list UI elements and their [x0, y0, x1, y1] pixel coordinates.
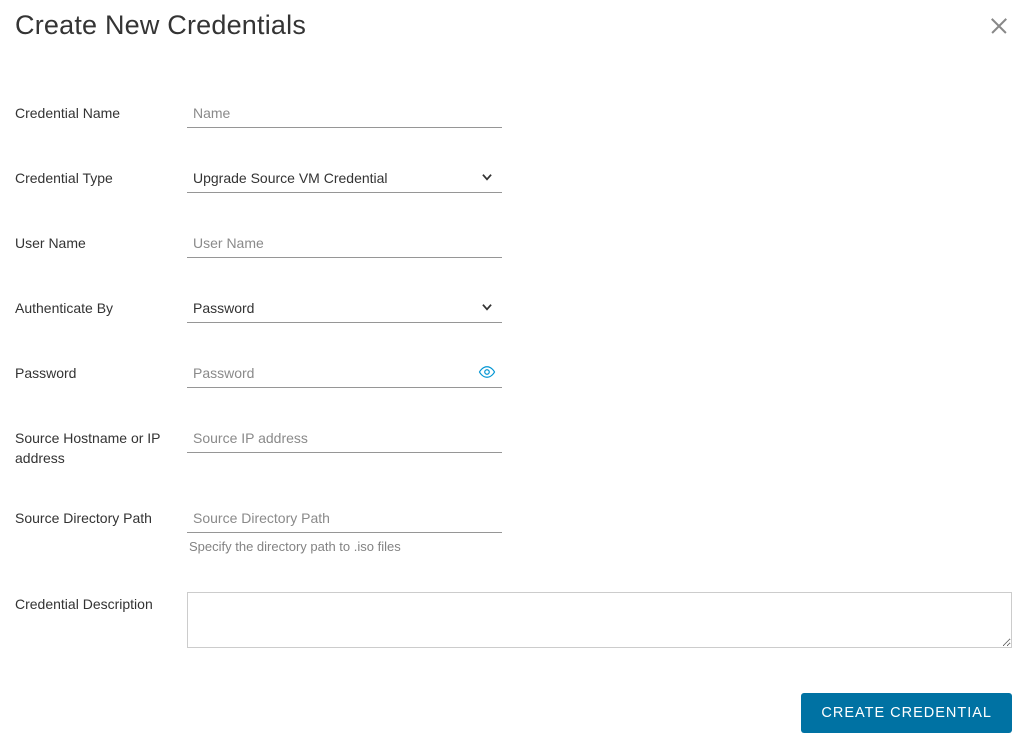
chevron-down-icon: [480, 300, 494, 317]
close-icon[interactable]: [989, 16, 1009, 36]
chevron-down-icon: [480, 170, 494, 187]
authenticate-by-label: Authenticate By: [15, 296, 187, 319]
source-dir-label: Source Directory Path: [15, 506, 187, 529]
password-input[interactable]: [187, 361, 502, 388]
source-host-input[interactable]: [187, 426, 502, 453]
credential-type-value: Upgrade Source VM Credential: [193, 170, 388, 186]
eye-icon[interactable]: [478, 363, 496, 386]
authenticate-by-select[interactable]: Password: [187, 296, 502, 323]
create-credential-button[interactable]: CREATE CREDENTIAL: [801, 693, 1012, 733]
credentials-form: Credential Name Credential Type Upgrade …: [15, 101, 1012, 733]
description-textarea[interactable]: [187, 592, 1012, 648]
credential-type-label: Credential Type: [15, 166, 187, 189]
description-label: Credential Description: [15, 592, 187, 615]
source-dir-hint: Specify the directory path to .iso files: [187, 539, 502, 554]
credential-type-select[interactable]: Upgrade Source VM Credential: [187, 166, 502, 193]
password-label: Password: [15, 361, 187, 384]
source-host-label: Source Hostname or IP address: [15, 426, 187, 468]
user-name-label: User Name: [15, 231, 187, 254]
credential-name-label: Credential Name: [15, 101, 187, 124]
authenticate-by-value: Password: [193, 300, 254, 316]
user-name-input[interactable]: [187, 231, 502, 258]
page-title: Create New Credentials: [15, 10, 306, 41]
credential-name-input[interactable]: [187, 101, 502, 128]
source-dir-input[interactable]: [187, 506, 502, 533]
